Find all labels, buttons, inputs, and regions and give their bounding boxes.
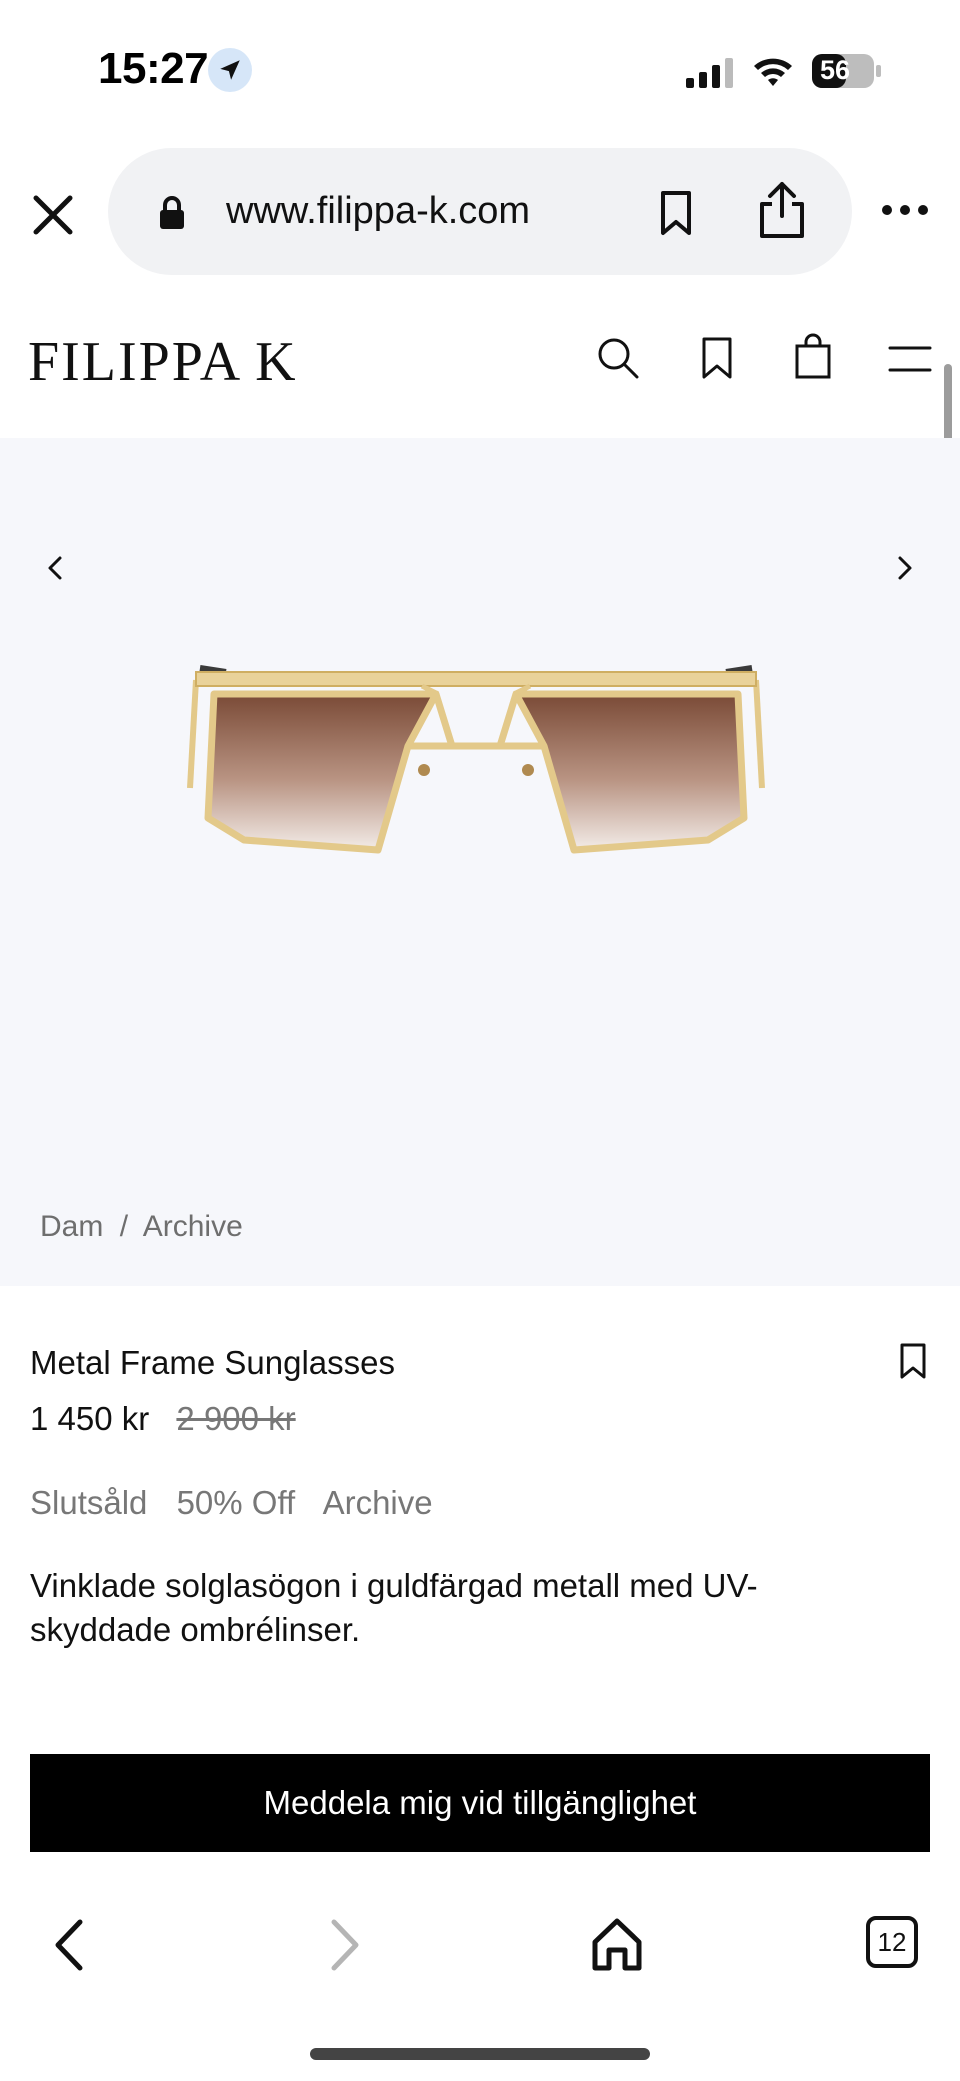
battery-level: 56	[820, 55, 851, 85]
breadcrumb-item-dam[interactable]: Dam	[40, 1210, 103, 1243]
chevron-left-icon[interactable]	[40, 548, 70, 588]
breadcrumb-item-archive[interactable]: Archive	[143, 1210, 243, 1243]
bookmark-icon[interactable]	[656, 190, 696, 236]
more-icon[interactable]	[880, 200, 930, 220]
chevron-right-icon[interactable]	[890, 548, 920, 588]
site-logo[interactable]: FILIPPA K	[28, 330, 298, 394]
forward-arrow-icon[interactable]	[324, 1916, 364, 1974]
product-description: Vinklade solglasögon i guldfärgad metall…	[30, 1567, 758, 1648]
tag-sold-out: Slutsåld	[30, 1484, 148, 1521]
hamburger-menu-icon[interactable]	[888, 344, 932, 374]
breadcrumb: Dam / Archive	[40, 1210, 243, 1244]
battery-icon: 56	[812, 52, 882, 90]
status-bar: 15:27 56	[0, 0, 960, 140]
home-icon[interactable]	[590, 1916, 644, 1972]
price-row: 1 450 kr 2 900 kr	[30, 1400, 296, 1438]
tabs-icon[interactable]: 12	[866, 1916, 918, 1968]
location-arrow-icon	[208, 48, 252, 92]
status-time: 15:27	[98, 44, 209, 93]
bookmark-icon[interactable]	[898, 1342, 928, 1380]
shopping-bag-icon[interactable]	[794, 332, 832, 380]
product-image-carousel[interactable]: Dam / Archive	[0, 438, 960, 1286]
tab-count: 12	[877, 1926, 907, 1957]
search-icon[interactable]	[596, 336, 640, 380]
tag-discount: 50% Off	[176, 1484, 296, 1521]
tag-archive: Archive	[322, 1484, 433, 1521]
sale-price: 1 450 kr	[30, 1400, 150, 1437]
signal-icon	[686, 58, 733, 88]
site-header: FILIPPA K	[0, 300, 960, 440]
browser-bottom-nav: 12	[0, 1880, 960, 2000]
bookmark-icon[interactable]	[700, 336, 734, 380]
share-icon[interactable]	[758, 180, 806, 240]
product-title: Metal Frame Sunglasses	[30, 1344, 395, 1381]
address-bar[interactable]: www.filippa-k.com	[108, 148, 852, 275]
browser-bar: www.filippa-k.com	[0, 148, 960, 276]
url-text[interactable]: www.filippa-k.com	[226, 190, 530, 233]
wifi-icon	[754, 58, 792, 86]
close-icon[interactable]	[28, 190, 78, 240]
product-tags: Slutsåld 50% Off Archive	[30, 1484, 453, 1522]
original-price: 2 900 kr	[176, 1400, 296, 1437]
product-image	[187, 665, 765, 854]
back-arrow-icon[interactable]	[50, 1916, 90, 1974]
home-indicator	[310, 2048, 650, 2060]
lock-icon	[160, 196, 184, 229]
notify-availability-button[interactable]: Meddela mig vid tillgänglighet	[30, 1754, 930, 1852]
breadcrumb-separator: /	[119, 1210, 129, 1243]
